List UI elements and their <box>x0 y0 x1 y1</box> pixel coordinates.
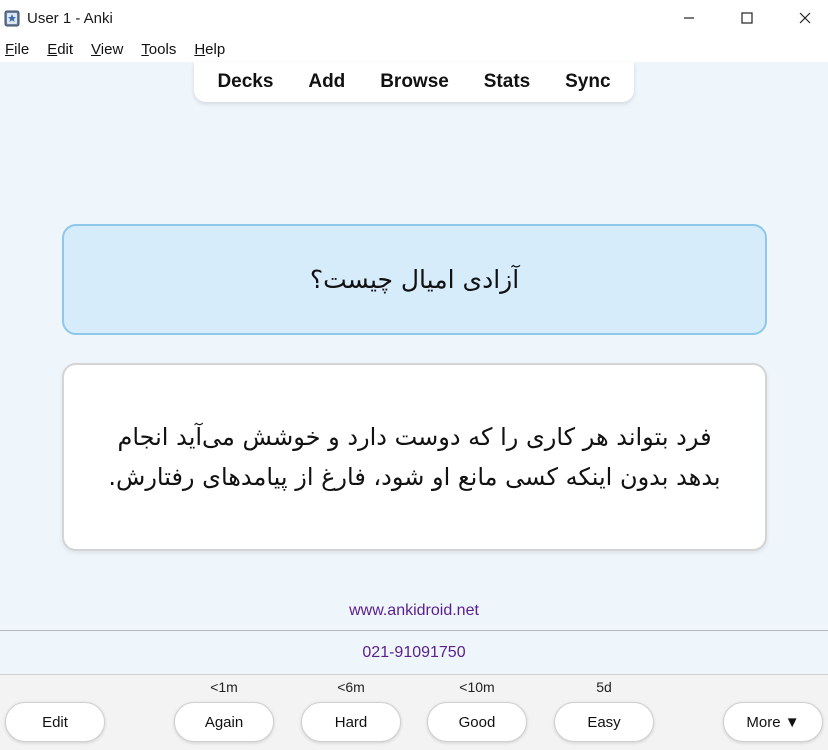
hard-button[interactable]: Hard <box>301 702 401 742</box>
more-button[interactable]: More ▼ <box>723 702 823 742</box>
answer-text: فرد بتواند هر کاری را که دوست دارد و خوش… <box>108 423 721 491</box>
menu-file[interactable]: File <box>5 41 29 58</box>
interval-hard: <6m <box>337 679 365 695</box>
menu-file-mnemonic: F <box>5 40 15 58</box>
phone-text: 021-91091750 <box>362 643 466 661</box>
menu-help-mnemonic: H <box>194 40 206 58</box>
again-button[interactable]: Again <box>174 702 274 742</box>
phone-banner: 021-91091750 <box>0 631 828 674</box>
question-text: آزادی امیال چیست؟ <box>309 265 520 294</box>
menu-edit-mnemonic: E <box>47 40 58 58</box>
menu-view[interactable]: View <box>91 41 123 58</box>
menu-edit-label: dit <box>57 40 74 58</box>
good-button[interactable]: Good <box>427 702 527 742</box>
menu-view-label: iew <box>100 40 124 58</box>
menu-file-label: ile <box>14 40 30 58</box>
menu-tools-label: ools <box>148 40 177 58</box>
menu-help[interactable]: Help <box>194 41 225 58</box>
main-toolbar: Decks Add Browse Stats Sync <box>194 62 634 102</box>
card-question: آزادی امیال چیست؟ <box>62 224 767 335</box>
menu-view-mnemonic: V <box>91 40 101 58</box>
toolbar-browse[interactable]: Browse <box>380 71 449 93</box>
close-button[interactable] <box>782 0 828 36</box>
edit-button[interactable]: Edit <box>5 702 105 742</box>
review-area: Decks Add Browse Stats Sync آزادی امیال … <box>0 62 828 592</box>
close-icon <box>799 12 811 24</box>
menu-bar: File Edit View Tools Help <box>0 36 828 62</box>
toolbar-decks[interactable]: Decks <box>217 71 273 93</box>
website-banner: www.ankidroid.net <box>0 592 828 630</box>
menu-edit[interactable]: Edit <box>47 41 73 58</box>
website-text: www.ankidroid.net <box>349 602 479 619</box>
card-answer: فرد بتواند هر کاری را که دوست دارد و خوش… <box>62 363 767 551</box>
title-bar: User 1 - Anki <box>0 0 828 36</box>
interval-easy: 5d <box>596 679 612 695</box>
menu-help-label: elp <box>205 40 226 58</box>
maximize-icon <box>741 12 753 24</box>
menu-tools-mnemonic: T <box>141 40 149 58</box>
toolbar-add[interactable]: Add <box>308 71 345 93</box>
minimize-icon <box>684 17 694 19</box>
anki-icon <box>4 10 20 27</box>
toolbar-sync[interactable]: Sync <box>565 71 610 93</box>
menu-tools[interactable]: Tools <box>141 41 176 58</box>
toolbar-stats[interactable]: Stats <box>484 71 530 93</box>
window-title: User 1 - Anki <box>27 10 113 27</box>
interval-again: <1m <box>210 679 238 695</box>
easy-button[interactable]: Easy <box>554 702 654 742</box>
maximize-button[interactable] <box>724 0 770 36</box>
interval-good: <10m <box>459 679 495 695</box>
minimize-button[interactable] <box>666 0 712 36</box>
answer-bar: <1m <6m <10m 5d Edit Again Hard Good Eas… <box>0 674 828 750</box>
